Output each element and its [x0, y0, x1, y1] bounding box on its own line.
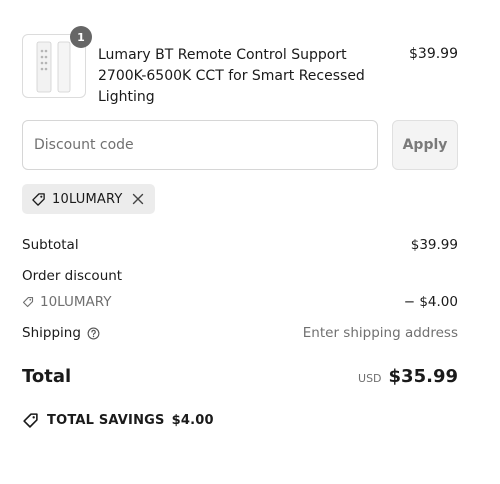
product-title: Lumary BT Remote Control Support 2700K-6… [98, 47, 365, 105]
total-savings: TOTAL SAVINGS $4.00 [22, 412, 214, 429]
total-savings-label: TOTAL SAVINGS [47, 413, 165, 428]
subtotal-label: Subtotal [22, 237, 79, 253]
close-icon [132, 193, 143, 205]
quantity-badge: 1 [70, 26, 92, 48]
remove-discount-button[interactable] [131, 192, 145, 206]
subtotal-row: Subtotal $39.99 [22, 237, 458, 253]
shipping-value: Enter shipping address [302, 325, 458, 341]
order-discount-label-row: Order discount [22, 268, 458, 284]
order-discount-code-line: 10LUMARY [22, 294, 458, 310]
tag-icon [32, 192, 45, 206]
help-icon[interactable] [87, 327, 100, 340]
total-value-wrap: USD $35.99 [358, 366, 458, 387]
tag-icon [22, 296, 34, 308]
apply-button[interactable]: Apply [392, 120, 458, 170]
discount-code-input[interactable] [22, 120, 378, 170]
total-value: $35.99 [388, 366, 458, 387]
order-discount-value: − $4.00 [403, 294, 458, 310]
applied-discount-code: 10LUMARY [52, 191, 123, 207]
total-label: Total [22, 366, 72, 387]
shipping-row: Shipping Enter shipping address [22, 325, 458, 341]
discount-form: Apply [22, 120, 458, 170]
product-price: $39.99 [409, 46, 458, 62]
shipping-label-wrap: Shipping [22, 325, 100, 341]
subtotal-value: $39.99 [410, 237, 458, 253]
order-discount-row: 10LUMARY − $4.00 [22, 294, 458, 310]
applied-discount-chip: 10LUMARY [22, 184, 155, 214]
total-savings-value: $4.00 [171, 413, 214, 428]
currency-code: USD [358, 372, 382, 385]
shipping-label: Shipping [22, 325, 81, 341]
order-discount-label: Order discount [22, 268, 123, 284]
line-item: 1 Lumary BT Remote Control Support 2700K… [22, 26, 458, 105]
savings-tag-icon [23, 413, 38, 428]
order-discount-code: 10LUMARY [40, 294, 112, 310]
